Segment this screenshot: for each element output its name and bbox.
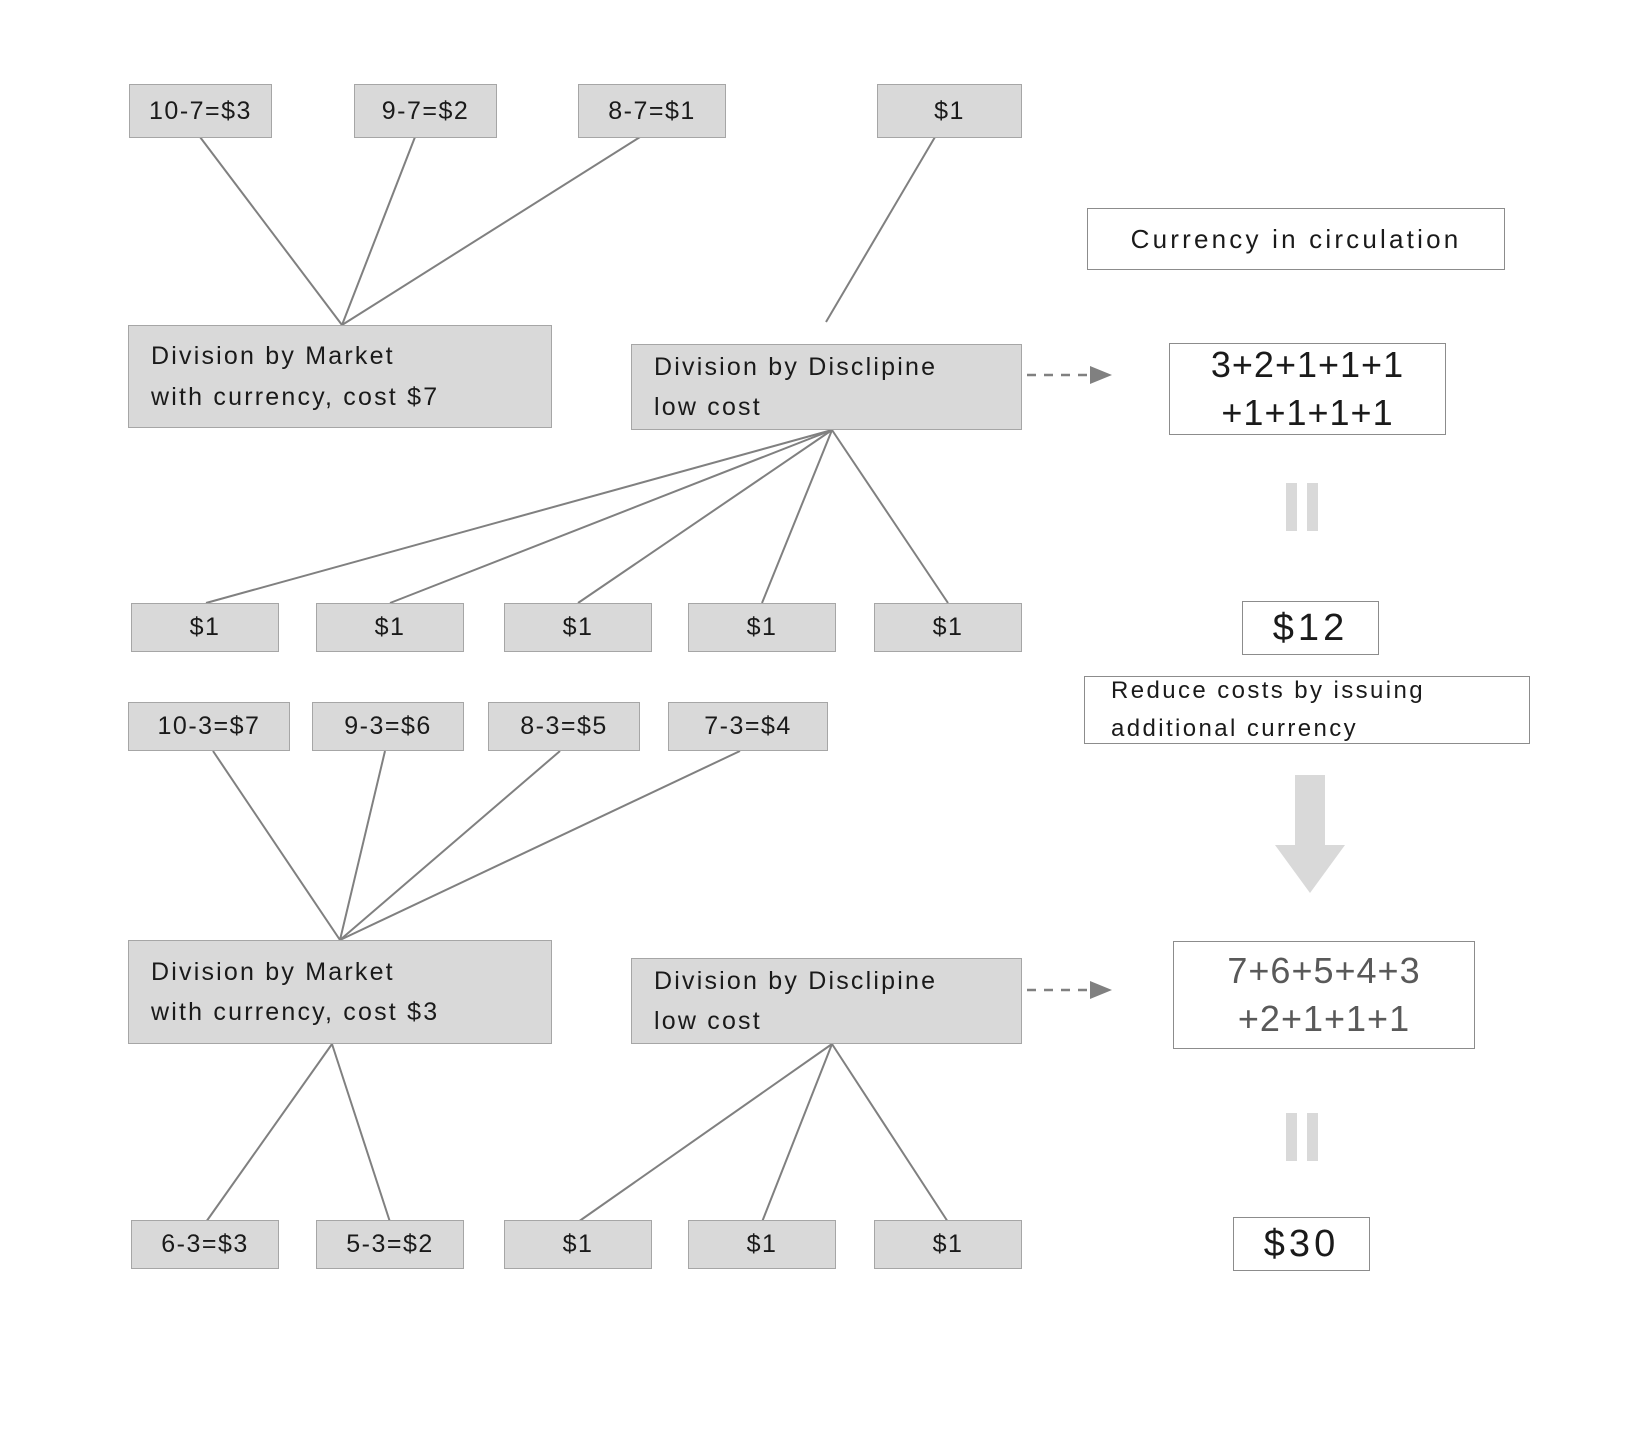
node-label: 6-3=$3 <box>161 1230 249 1258</box>
equals-sign-top <box>1286 483 1318 531</box>
node-bottom-1[interactable]: 6-3=$3 <box>131 1220 279 1269</box>
node-label: $1 <box>189 613 221 641</box>
node-division-disclipine-2[interactable]: Division by Disclipine low cost <box>631 958 1022 1044</box>
connector-h3-b1 <box>205 1043 333 1223</box>
node-mid-one-2[interactable]: $1 <box>316 603 464 652</box>
connector-h2-m5 <box>831 429 949 604</box>
connector-h4-b4 <box>761 1043 833 1223</box>
connector-h4-b3 <box>577 1043 833 1223</box>
node-top-3[interactable]: 8-7=$1 <box>578 84 726 138</box>
node-label: 10-3=$7 <box>157 712 261 740</box>
node-second-1[interactable]: 10-3=$7 <box>128 702 290 751</box>
equals-bar-left <box>1286 1113 1297 1161</box>
node-mid-one-4[interactable]: $1 <box>688 603 836 652</box>
node-label: 9-7=$2 <box>381 96 470 125</box>
node-label: Division by Disclipine low cost <box>654 966 938 1036</box>
connector-t3-h1 <box>341 136 641 326</box>
node-label: $1 <box>932 613 964 641</box>
node-label: Division by Market with currency, cost $… <box>151 342 440 411</box>
caption-text: Currency in circulation <box>1130 223 1462 254</box>
node-mid-one-3[interactable]: $1 <box>504 603 652 652</box>
node-second-4[interactable]: 7-3=$4 <box>668 702 828 751</box>
node-label: $1 <box>746 1230 778 1258</box>
reduce-costs-label: Reduce costs by issuing additional curre… <box>1084 676 1530 744</box>
connector-h4-b5 <box>831 1043 949 1223</box>
node-division-disclipine-1[interactable]: Division by Disclipine low cost <box>631 344 1022 430</box>
node-label: $1 <box>746 613 778 641</box>
big-down-arrow <box>1275 775 1345 893</box>
formula-box-bottom: 7+6+5+4+3 +2+1+1+1 <box>1173 941 1475 1049</box>
node-mid-one-1[interactable]: $1 <box>131 603 279 652</box>
node-label: 10-7=$3 <box>149 96 252 125</box>
node-division-market-1[interactable]: Division by Market with currency, cost $… <box>128 325 552 428</box>
node-division-market-2[interactable]: Division by Market with currency, cost $… <box>128 940 552 1044</box>
equals-bar-left <box>1286 483 1297 531</box>
connector-h3-b2 <box>331 1043 391 1223</box>
dashed-arrowhead-bottom <box>1090 981 1112 999</box>
connector-s3-h3 <box>339 750 561 941</box>
node-bottom-3[interactable]: $1 <box>504 1220 652 1269</box>
equals-sign-bottom <box>1286 1113 1318 1161</box>
node-bottom-5[interactable]: $1 <box>874 1220 1022 1269</box>
connector-h2-m4 <box>761 429 833 604</box>
dashed-arrowhead-top <box>1090 366 1112 384</box>
node-label: $1 <box>562 613 594 641</box>
formula-line-1: 7+6+5+4+3 <box>1227 950 1421 992</box>
formula-line-1: 3+2+1+1+1 <box>1210 344 1405 386</box>
node-mid-one-5[interactable]: $1 <box>874 603 1022 652</box>
connector-h2-m2 <box>389 429 833 604</box>
currency-in-circulation-label: Currency in circulation <box>1087 208 1505 270</box>
total-box-12: $12 <box>1242 601 1379 655</box>
connector-t1-h1 <box>199 136 343 326</box>
total-text: $30 <box>1263 1222 1340 1265</box>
equals-bar-right <box>1307 1113 1318 1161</box>
node-label: 8-7=$1 <box>608 96 696 125</box>
node-label: 9-3=$6 <box>344 712 432 740</box>
node-label: 8-3=$5 <box>520 712 608 740</box>
node-bottom-2[interactable]: 5-3=$2 <box>316 1220 464 1269</box>
node-label: $1 <box>932 1230 964 1258</box>
node-label: 7-3=$4 <box>704 712 792 740</box>
formula-box-top: 3+2+1+1+1 +1+1+1+1 <box>1169 343 1446 435</box>
connector-s2-h3 <box>339 750 386 941</box>
connector-s1-h3 <box>212 750 341 941</box>
connector-h2-m3 <box>577 429 833 604</box>
node-label: $1 <box>562 1230 594 1258</box>
node-second-2[interactable]: 9-3=$6 <box>312 702 464 751</box>
reduce-text: Reduce costs by issuing additional curre… <box>1111 676 1425 742</box>
formula-line-2: +1+1+1+1 <box>1221 392 1394 433</box>
total-box-30: $30 <box>1233 1217 1370 1271</box>
formula-line-2: +2+1+1+1 <box>1237 998 1411 1039</box>
node-top-1[interactable]: 10-7=$3 <box>129 84 272 138</box>
node-bottom-4[interactable]: $1 <box>688 1220 836 1269</box>
node-label: 5-3=$2 <box>346 1230 434 1258</box>
node-second-3[interactable]: 8-3=$5 <box>488 702 640 751</box>
connector-t4-h2 <box>825 136 936 323</box>
diagram-canvas: 10-7=$3 9-7=$2 8-7=$1 $1 Division by Mar… <box>0 0 1650 1446</box>
connector-s4-h3 <box>339 750 741 941</box>
connector-t2-h1 <box>341 136 416 326</box>
node-label: $1 <box>374 613 406 641</box>
node-label: Division by Market with currency, cost $… <box>151 957 440 1027</box>
connector-h2-m1 <box>205 429 833 604</box>
node-top-4[interactable]: $1 <box>877 84 1022 138</box>
node-label: Division by Disclipine low cost <box>654 352 938 422</box>
equals-bar-right <box>1307 483 1318 531</box>
node-label: $1 <box>934 96 965 125</box>
node-top-2[interactable]: 9-7=$2 <box>354 84 497 138</box>
total-text: $12 <box>1272 606 1349 649</box>
